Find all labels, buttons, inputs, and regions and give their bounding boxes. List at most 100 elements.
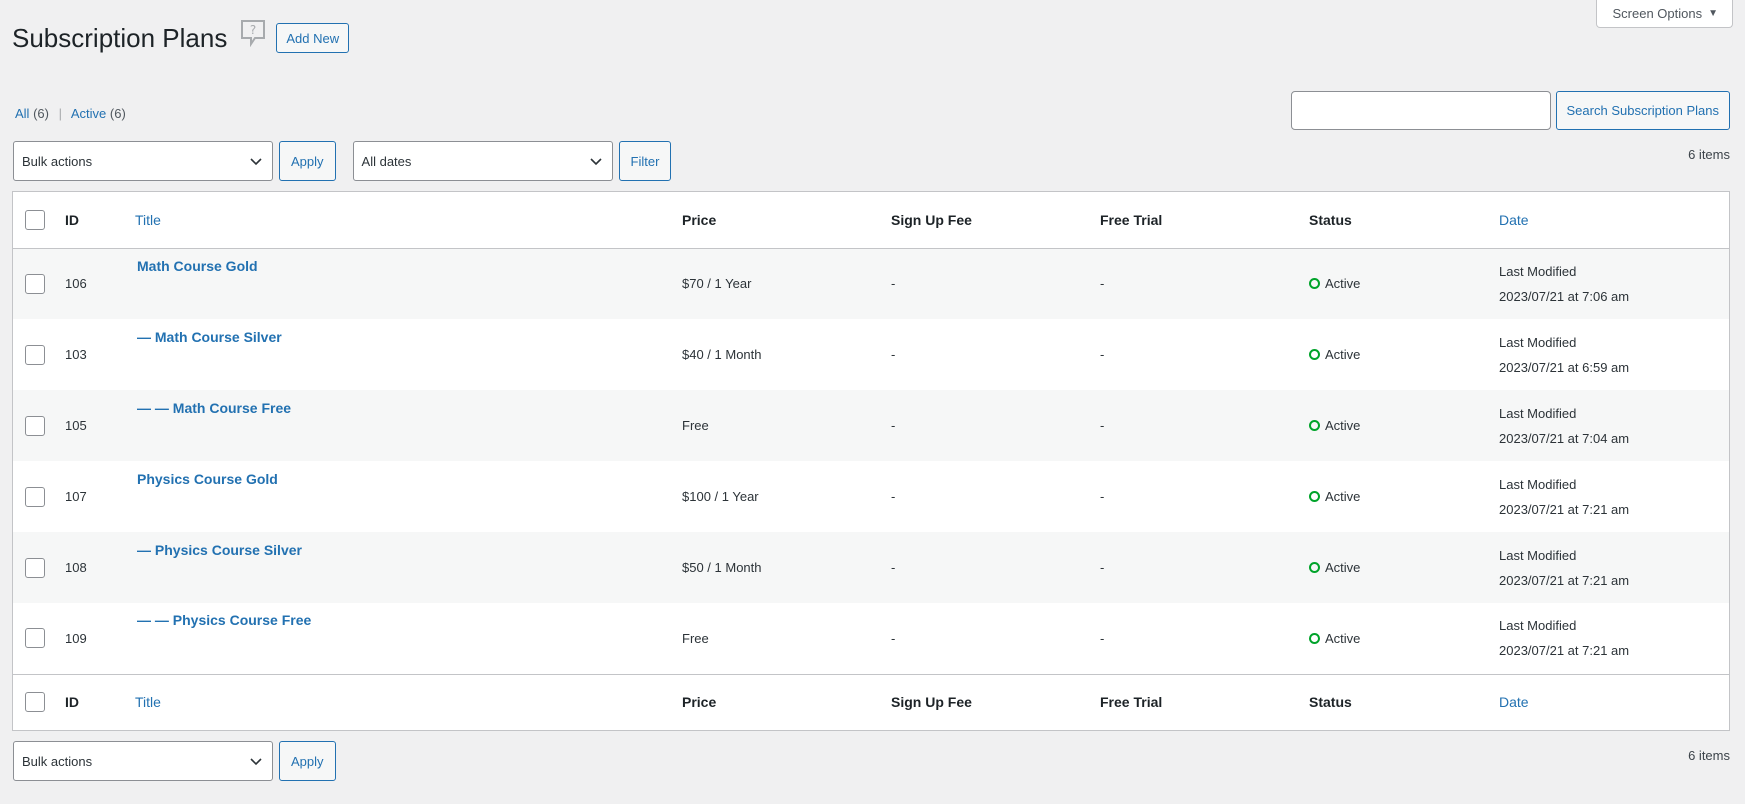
filter-active-label: Active bbox=[70, 106, 107, 121]
row-title-link[interactable]: — Physics Course Silver bbox=[137, 542, 682, 558]
col-price: Price bbox=[682, 211, 717, 228]
row-title-link[interactable]: — — Math Course Free bbox=[137, 400, 682, 416]
circle-outline-icon bbox=[1309, 278, 1320, 290]
filter-active-count: (6) bbox=[109, 106, 126, 121]
row-free-trial: - bbox=[1100, 489, 1105, 504]
row-date-cell: Last Modified 2023/07/21 at 7:06 am bbox=[1499, 248, 1729, 319]
filter-all-count: (6) bbox=[33, 106, 49, 121]
col-date-sort-link-footer[interactable]: Date bbox=[1499, 674, 1729, 730]
row-free-trial: - bbox=[1100, 560, 1105, 575]
col-title-sort-link[interactable]: Title bbox=[135, 192, 682, 248]
col-signup-fee: Sign Up Fee bbox=[891, 211, 972, 228]
table-row: 108 — Physics Course Silver $50 / 1 Month -… bbox=[13, 532, 1729, 603]
help-speech-bubble-icon[interactable]: ? bbox=[240, 19, 266, 47]
row-checkbox[interactable] bbox=[25, 557, 45, 578]
row-checkbox[interactable] bbox=[25, 415, 45, 436]
row-date-label: Last Modified bbox=[1499, 618, 1577, 634]
items-count-top: 6 items bbox=[1688, 147, 1730, 162]
row-title-link[interactable]: Physics Course Gold bbox=[137, 471, 682, 487]
table-row: 105 — — Math Course Free Free - - Active Last … bbox=[13, 390, 1729, 461]
page-title: Subscription Plans bbox=[12, 23, 228, 53]
row-title-link[interactable]: Math Course Gold bbox=[137, 258, 682, 274]
col-signup-fee-footer: Sign Up Fee bbox=[891, 694, 972, 711]
screen-options-button[interactable]: Screen Options ▼ bbox=[1596, 0, 1733, 28]
row-signup-fee: - bbox=[891, 276, 896, 292]
bulk-actions-value-bottom: Bulk actions bbox=[22, 753, 93, 769]
table-row: 106 Math Course Gold $70 / 1 Year - - Active L… bbox=[13, 248, 1729, 319]
row-checkbox[interactable] bbox=[25, 486, 45, 507]
tablenav-bottom: Bulk actions Apply bbox=[13, 741, 336, 781]
bulk-actions-value: Bulk actions bbox=[22, 153, 93, 169]
status-badge: Active bbox=[1309, 418, 1499, 433]
row-status-cell: Active bbox=[1309, 319, 1499, 390]
table-footer-row: ID Title Price Sign Up Fee Free Trial St… bbox=[13, 674, 1729, 730]
row-date-cell: Last Modified 2023/07/21 at 6:59 am bbox=[1499, 319, 1729, 390]
search-input[interactable] bbox=[1290, 91, 1551, 130]
row-id: 106 bbox=[65, 276, 87, 292]
table-header-row: ID Title Price Sign Up Fee Free Trial St… bbox=[13, 192, 1729, 248]
row-signup-fee: - bbox=[891, 630, 896, 646]
add-new-button[interactable]: Add New bbox=[276, 23, 350, 53]
select-all-checkbox[interactable] bbox=[25, 209, 45, 230]
row-checkbox[interactable] bbox=[25, 273, 45, 294]
row-title-link[interactable]: — Math Course Silver bbox=[137, 329, 682, 345]
row-free-trial: - bbox=[1100, 630, 1105, 646]
col-id-footer: ID bbox=[65, 694, 79, 711]
status-badge: Active bbox=[1309, 276, 1499, 291]
row-title-cell: — — Math Course Free bbox=[135, 390, 682, 461]
row-free-trial: - bbox=[1100, 347, 1105, 362]
row-checkbox[interactable] bbox=[25, 628, 45, 649]
row-date-cell: Last Modified 2023/07/21 at 7:21 am bbox=[1499, 461, 1729, 532]
col-id: ID bbox=[65, 211, 79, 228]
row-checkbox[interactable] bbox=[25, 344, 45, 365]
row-status-cell: Active bbox=[1309, 248, 1499, 319]
chevron-down-icon bbox=[250, 158, 262, 166]
row-status: Active bbox=[1325, 418, 1361, 433]
row-title-cell: Physics Course Gold bbox=[135, 461, 682, 532]
col-price-footer: Price bbox=[682, 694, 717, 711]
status-badge: Active bbox=[1309, 347, 1499, 362]
row-free-trial: - bbox=[1100, 418, 1105, 433]
date-filter-value: All dates bbox=[361, 153, 412, 169]
row-id: 108 bbox=[65, 560, 87, 575]
col-free-trial-footer: Free Trial bbox=[1100, 694, 1163, 711]
circle-outline-icon bbox=[1309, 491, 1320, 502]
col-date-sort-link[interactable]: Date bbox=[1499, 192, 1729, 248]
row-date: 2023/07/21 at 7:21 am bbox=[1499, 501, 1630, 517]
row-status-cell: Active bbox=[1309, 390, 1499, 461]
circle-outline-icon bbox=[1309, 562, 1320, 573]
bulk-actions-select-bottom[interactable]: Bulk actions bbox=[13, 741, 273, 781]
select-all-checkbox-footer[interactable] bbox=[25, 692, 45, 713]
search-subscription-plans-button[interactable]: Search Subscription Plans bbox=[1555, 91, 1730, 130]
filter-button[interactable]: Filter bbox=[618, 141, 672, 181]
col-status: Status bbox=[1309, 211, 1352, 228]
row-signup-fee: - bbox=[891, 418, 896, 433]
apply-button[interactable]: Apply bbox=[279, 141, 336, 181]
col-title-sort-link-footer[interactable]: Title bbox=[135, 674, 682, 730]
filter-all-link[interactable]: All bbox=[15, 106, 29, 121]
row-id: 107 bbox=[65, 489, 87, 504]
table-row: 109 — — Physics Course Free Free - - Active La… bbox=[13, 603, 1729, 674]
row-checkbox-cell bbox=[13, 390, 65, 461]
row-date-label: Last Modified bbox=[1499, 334, 1577, 350]
row-date: 2023/07/21 at 7:21 am bbox=[1499, 572, 1630, 588]
tablenav-top: Bulk actions Apply All dates Filter bbox=[13, 141, 672, 181]
row-signup-fee: - bbox=[891, 560, 896, 575]
svg-text:?: ? bbox=[250, 23, 256, 37]
date-filter-select[interactable]: All dates bbox=[352, 141, 613, 181]
row-price: Free bbox=[682, 418, 709, 433]
row-price: $70 / 1 Year bbox=[682, 276, 752, 292]
row-status-cell: Active bbox=[1309, 461, 1499, 532]
filter-active-link[interactable]: Active bbox=[71, 106, 106, 121]
row-id: 109 bbox=[65, 630, 87, 646]
row-status: Active bbox=[1325, 630, 1361, 646]
apply-button-bottom[interactable]: Apply bbox=[279, 741, 336, 781]
row-status: Active bbox=[1325, 489, 1361, 504]
row-title-cell: — Math Course Silver bbox=[135, 319, 682, 390]
row-title-link[interactable]: — — Physics Course Free bbox=[137, 612, 682, 628]
row-status: Active bbox=[1325, 347, 1361, 362]
bulk-actions-select[interactable]: Bulk actions bbox=[13, 141, 273, 181]
row-free-trial: - bbox=[1100, 276, 1105, 292]
table-row: 107 Physics Course Gold $100 / 1 Year - - Act… bbox=[13, 461, 1729, 532]
row-title-cell: — Physics Course Silver bbox=[135, 532, 682, 603]
